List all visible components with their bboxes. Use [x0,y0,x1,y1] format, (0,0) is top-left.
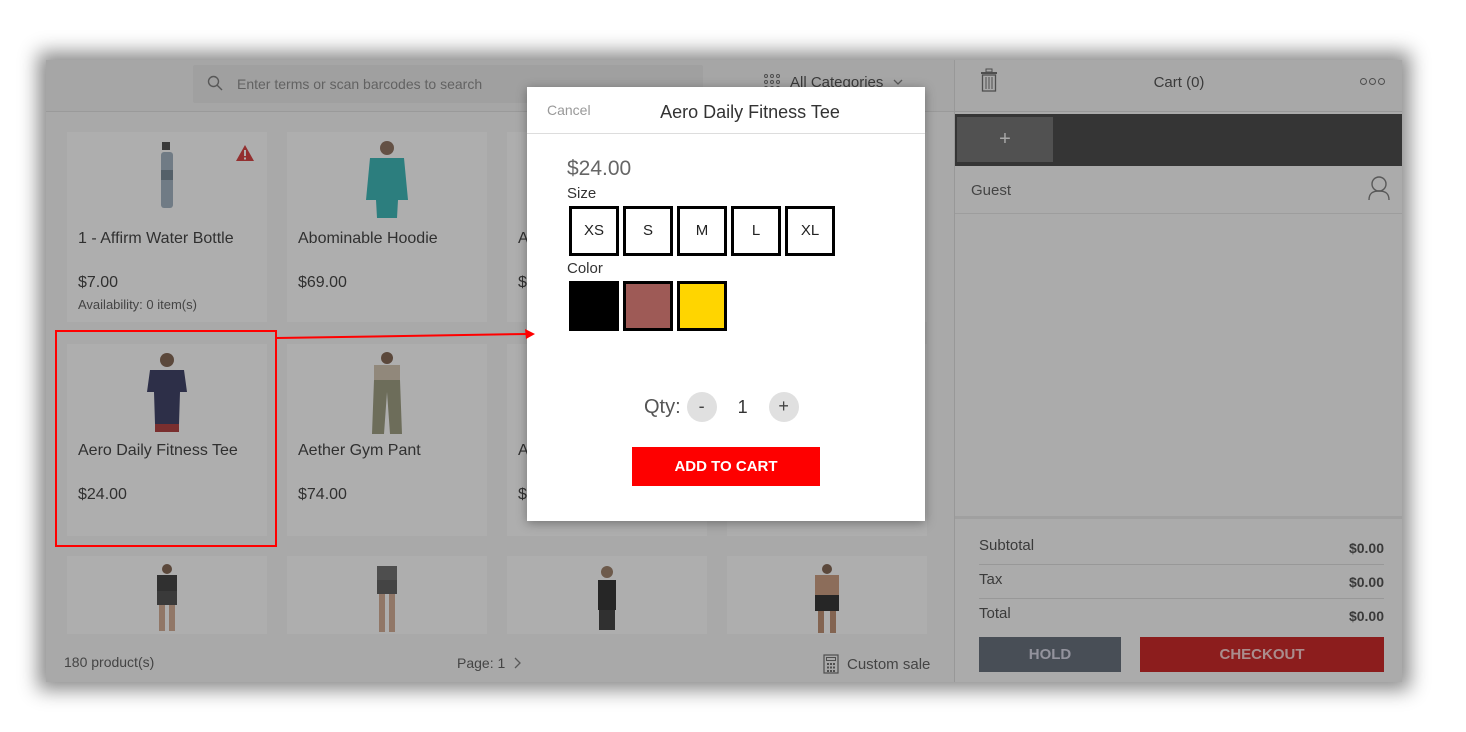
qty-value[interactable]: 1 [717,397,769,418]
qty-label: Qty: [644,395,681,418]
size-options: XS S M L XL [569,206,835,256]
color-swatch-yellow[interactable] [677,281,727,331]
color-swatch-black[interactable] [569,281,619,331]
size-option-m[interactable]: M [677,206,727,256]
size-option-xl[interactable]: XL [785,206,835,256]
qty-decrease-button[interactable]: - [686,392,717,422]
size-label: Size [567,185,597,202]
arrow-icon [277,329,535,339]
dialog-price: $24.00 [567,157,632,180]
dialog-title: Aero Daily Fitness Tee [660,102,840,122]
color-label: Color [567,260,603,277]
size-option-xs[interactable]: XS [569,206,619,256]
size-option-s[interactable]: S [623,206,673,256]
qty-increase-button[interactable]: + [768,392,799,422]
size-option-l[interactable]: L [731,206,781,256]
product-options-dialog: Cancel Aero Daily Fitness Tee $24.00 Siz… [527,87,925,521]
color-options [569,281,727,331]
quantity-stepper: Qty: - 1 + [644,392,799,422]
dialog-header: Cancel Aero Daily Fitness Tee [527,87,925,134]
add-to-cart-button[interactable]: ADD TO CART [632,447,820,486]
highlight-box [55,330,277,547]
color-swatch-brown[interactable] [623,281,673,331]
